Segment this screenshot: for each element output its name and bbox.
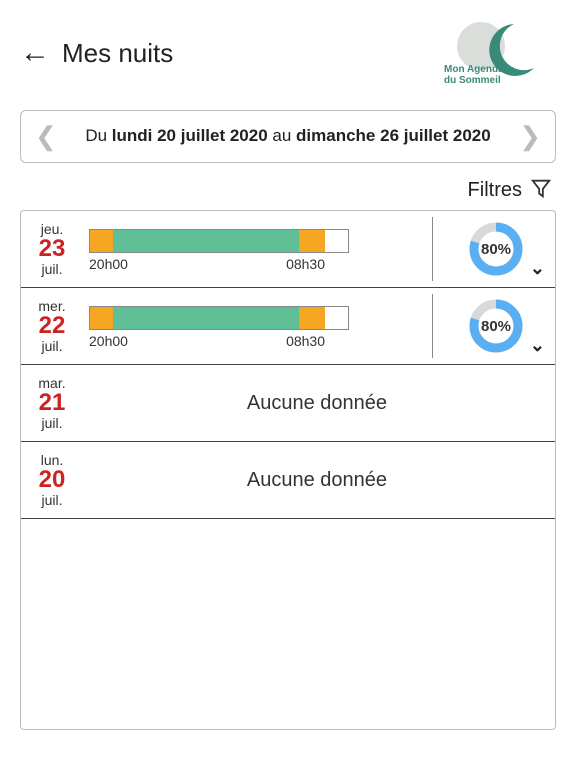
logo-text-line2: du Sommeil xyxy=(444,75,504,86)
no-data-label: Aucune donnée xyxy=(83,371,551,435)
date-range-nav: ❮ Du lundi 20 juillet 2020 au dimanche 2… xyxy=(20,110,556,163)
date-cell: mer.22juil. xyxy=(21,294,83,358)
night-row: mer.22juil. 20h00 08h30 80%⌄ xyxy=(21,288,555,365)
filter-icon[interactable] xyxy=(530,177,552,204)
date-cell: mar.21juil. xyxy=(21,371,83,435)
timeline-segment-green xyxy=(113,307,299,329)
timeline-segment-green xyxy=(113,230,299,252)
next-week-button[interactable]: ❯ xyxy=(519,121,541,152)
month-abbrev: juil. xyxy=(41,261,62,277)
day-number: 21 xyxy=(39,391,66,415)
prev-week-button[interactable]: ❮ xyxy=(35,121,57,152)
day-number: 23 xyxy=(39,237,66,261)
time-labels: 20h00 08h30 xyxy=(89,256,349,272)
header: ← Mes nuits Mon Agenda du Sommeil xyxy=(0,0,576,98)
timeline-cell: 20h00 08h30 xyxy=(83,294,433,358)
date-cell: lun.20juil. xyxy=(21,448,83,512)
timeline-segment-orange xyxy=(299,230,325,252)
sleep-timeline-bar xyxy=(89,306,349,330)
logo-text: Mon Agenda du Sommeil xyxy=(444,64,504,86)
timeline-segment-orange xyxy=(90,230,113,252)
back-arrow-icon[interactable]: ← xyxy=(20,38,50,68)
page-title: Mes nuits xyxy=(62,38,173,69)
time-labels: 20h00 08h30 xyxy=(89,333,349,349)
chevron-down-icon[interactable]: ⌄ xyxy=(530,335,545,356)
filters-bar: Filtres xyxy=(0,173,576,210)
date-cell: jeu.23juil. xyxy=(21,217,83,281)
day-number: 20 xyxy=(39,468,66,492)
nights-list: jeu.23juil.20h0008h3080%⌄mer.22juil.20h0… xyxy=(20,210,556,730)
end-time: 08h30 xyxy=(286,256,349,272)
efficiency-cell: 80%⌄ xyxy=(441,294,551,358)
date-range-label: Du lundi 20 juillet 2020 au dimanche 26 … xyxy=(67,125,509,147)
timeline-segment-orange xyxy=(299,307,325,329)
night-row: jeu.23juil. 20h00 08h30 80%⌄ xyxy=(21,211,555,288)
month-abbrev: juil. xyxy=(41,415,62,431)
date-prefix: Du xyxy=(85,126,111,145)
efficiency-donut: 80% xyxy=(467,220,525,278)
app-logo: Mon Agenda du Sommeil xyxy=(436,18,556,88)
filters-label: Filtres xyxy=(468,179,522,202)
night-row: mar.21juil.Aucune donnée xyxy=(21,365,555,442)
date-mid: au xyxy=(268,126,296,145)
efficiency-donut: 80% xyxy=(467,297,525,355)
end-time: 08h30 xyxy=(286,333,349,349)
efficiency-percent: 80% xyxy=(467,220,525,278)
no-data-label: Aucune donnée xyxy=(83,448,551,512)
day-number: 22 xyxy=(39,314,66,338)
date-to: dimanche 26 juillet 2020 xyxy=(296,126,491,145)
timeline-segment-orange xyxy=(90,307,113,329)
month-abbrev: juil. xyxy=(41,338,62,354)
efficiency-cell: 80%⌄ xyxy=(441,217,551,281)
sleep-timeline-bar xyxy=(89,229,349,253)
timeline-cell: 20h00 08h30 xyxy=(83,217,433,281)
chevron-down-icon[interactable]: ⌄ xyxy=(530,258,545,279)
start-time: 20h00 xyxy=(89,333,128,349)
logo-text-line1: Mon Agenda xyxy=(444,64,504,75)
date-from: lundi 20 juillet 2020 xyxy=(112,126,268,145)
night-row: lun.20juil.Aucune donnée xyxy=(21,442,555,519)
header-left: ← Mes nuits xyxy=(20,38,173,69)
start-time: 20h00 xyxy=(89,256,128,272)
efficiency-percent: 80% xyxy=(467,297,525,355)
month-abbrev: juil. xyxy=(41,492,62,508)
